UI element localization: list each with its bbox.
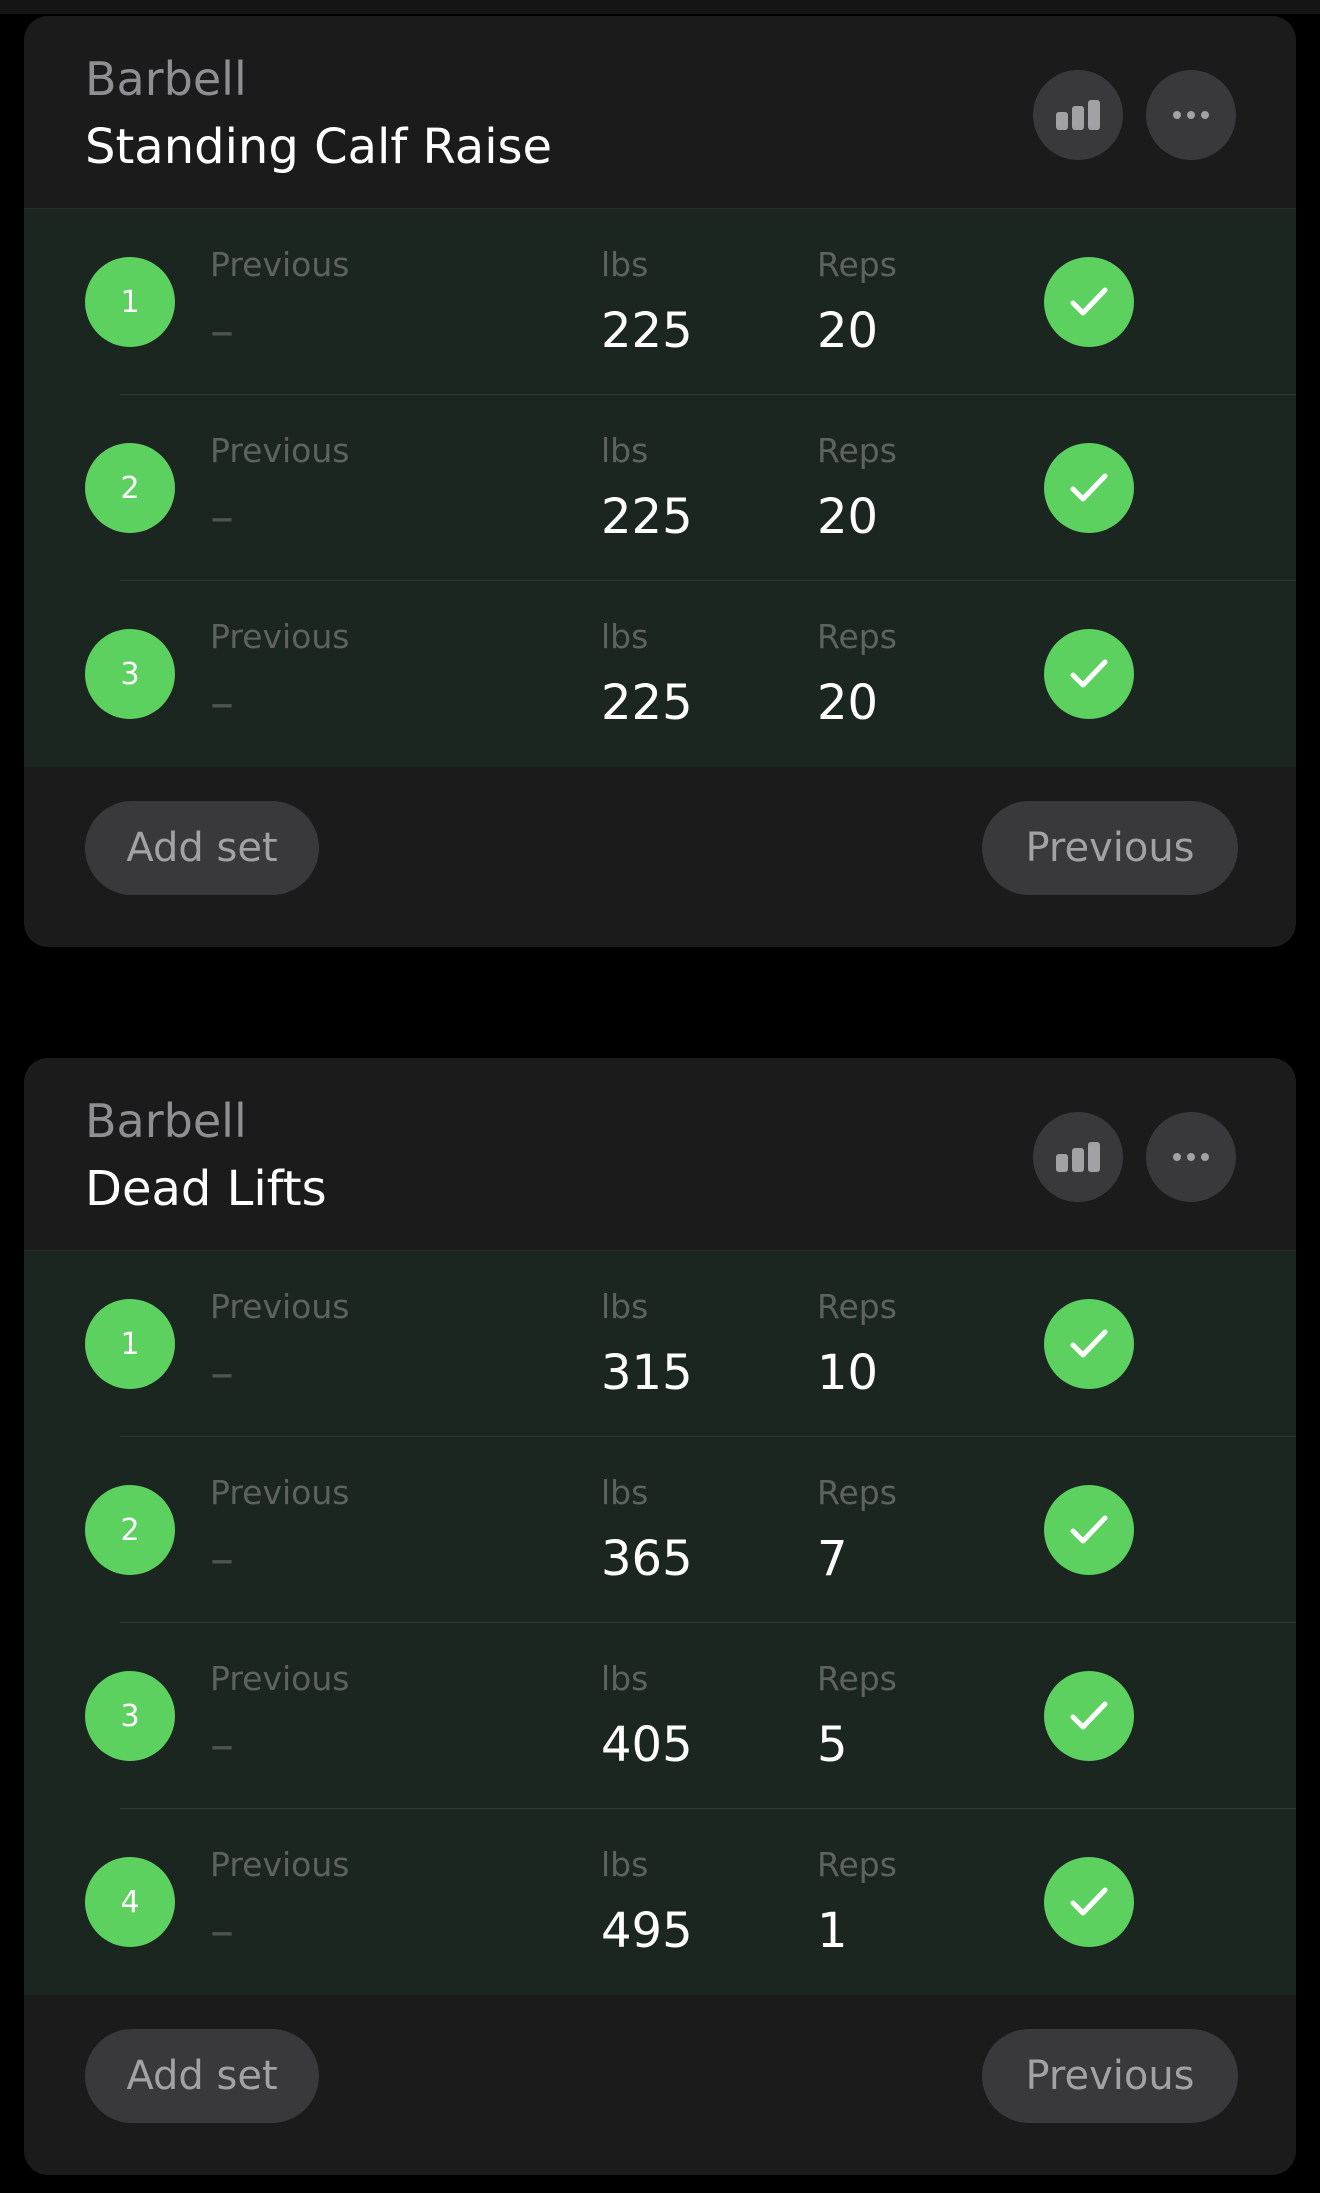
weight-unit-label: lbs — [601, 1659, 649, 1698]
weight-field[interactable]: 495 — [601, 1903, 693, 1961]
complete-set-button[interactable] — [1044, 1671, 1134, 1761]
exercise-footer: Add set Previous — [24, 767, 1296, 947]
exercise-header: Barbell Dead Lifts — [24, 1058, 1296, 1250]
add-set-button[interactable]: Add set — [85, 801, 319, 895]
previous-value[interactable]: – — [210, 675, 234, 733]
exercise-title[interactable]: Dead Lifts — [85, 1161, 327, 1219]
equipment-label: Barbell — [85, 52, 247, 106]
reps-field[interactable]: 1 — [817, 1903, 848, 1961]
reps-label: Reps — [817, 245, 897, 284]
weight-field[interactable]: 405 — [601, 1717, 693, 1775]
previous-value[interactable]: – — [210, 489, 234, 547]
exercise-footer: Add set Previous — [24, 1995, 1296, 2175]
set-row: 4 Previous – lbs 495 Reps 1 — [24, 1809, 1296, 1995]
weight-field[interactable]: 315 — [601, 1345, 693, 1403]
equipment-label: Barbell — [85, 1094, 247, 1148]
checkmark-icon — [1070, 1515, 1108, 1544]
checkmark-icon — [1070, 1887, 1108, 1916]
set-row: 3 Previous – lbs 405 Reps 5 — [24, 1623, 1296, 1809]
previous-label: Previous — [210, 1473, 350, 1512]
previous-label: Previous — [210, 245, 350, 284]
weight-unit-label: lbs — [601, 431, 649, 470]
exercise-header: Barbell Standing Calf Raise — [24, 16, 1296, 208]
set-row: 2 Previous – lbs 365 Reps 7 — [24, 1437, 1296, 1623]
stats-button[interactable] — [1033, 70, 1123, 160]
reps-field[interactable]: 10 — [817, 1345, 878, 1403]
weight-field[interactable]: 365 — [601, 1531, 693, 1589]
previous-value[interactable]: – — [210, 303, 234, 361]
previous-button[interactable]: Previous — [982, 2029, 1238, 2123]
checkmark-icon — [1070, 1329, 1108, 1358]
previous-label: Previous — [210, 1845, 350, 1884]
previous-label: Previous — [210, 431, 350, 470]
reps-label: Reps — [817, 1845, 897, 1884]
weight-unit-label: lbs — [601, 1287, 649, 1326]
reps-label: Reps — [817, 1659, 897, 1698]
set-number-badge[interactable]: 3 — [85, 629, 175, 719]
reps-field[interactable]: 20 — [817, 489, 878, 547]
previous-value[interactable]: – — [210, 1531, 234, 1589]
weight-field[interactable]: 225 — [601, 675, 693, 733]
bar-chart-icon — [1056, 100, 1100, 130]
set-row: 3 Previous – lbs 225 Reps 20 — [24, 581, 1296, 767]
reps-field[interactable]: 20 — [817, 675, 878, 733]
ellipsis-icon — [1173, 1153, 1209, 1161]
exercise-title[interactable]: Standing Calf Raise — [85, 119, 552, 177]
checkmark-icon — [1070, 1701, 1108, 1730]
previous-label: Previous — [210, 1659, 350, 1698]
weight-unit-label: lbs — [601, 245, 649, 284]
set-number-badge[interactable]: 1 — [85, 1299, 175, 1389]
more-options-button[interactable] — [1146, 1112, 1236, 1202]
complete-set-button[interactable] — [1044, 1299, 1134, 1389]
reps-label: Reps — [817, 431, 897, 470]
checkmark-icon — [1070, 473, 1108, 502]
weight-field[interactable]: 225 — [601, 303, 693, 361]
checkmark-icon — [1070, 287, 1108, 316]
set-number-badge[interactable]: 3 — [85, 1671, 175, 1761]
reps-label: Reps — [817, 1473, 897, 1512]
complete-set-button[interactable] — [1044, 1857, 1134, 1947]
complete-set-button[interactable] — [1044, 1485, 1134, 1575]
reps-label: Reps — [817, 617, 897, 656]
reps-label: Reps — [817, 1287, 897, 1326]
reps-field[interactable]: 7 — [817, 1531, 848, 1589]
previous-label: Previous — [210, 617, 350, 656]
reps-field[interactable]: 5 — [817, 1717, 848, 1775]
set-row: 1 Previous – lbs 315 Reps 10 — [24, 1251, 1296, 1437]
complete-set-button[interactable] — [1044, 443, 1134, 533]
set-number-badge[interactable]: 4 — [85, 1857, 175, 1947]
bar-chart-icon — [1056, 1142, 1100, 1172]
weight-unit-label: lbs — [601, 1473, 649, 1512]
previous-label: Previous — [210, 1287, 350, 1326]
sets-list: 1 Previous – lbs 225 Reps 20 2 Previous … — [24, 208, 1296, 767]
set-row: 2 Previous – lbs 225 Reps 20 — [24, 395, 1296, 581]
complete-set-button[interactable] — [1044, 257, 1134, 347]
add-set-button[interactable]: Add set — [85, 2029, 319, 2123]
set-number-badge[interactable]: 2 — [85, 1485, 175, 1575]
set-row: 1 Previous – lbs 225 Reps 20 — [24, 209, 1296, 395]
exercise-card-dead-lifts: Barbell Dead Lifts 1 Previous – lbs 315 … — [24, 1058, 1296, 2175]
set-number-badge[interactable]: 1 — [85, 257, 175, 347]
weight-field[interactable]: 225 — [601, 489, 693, 547]
complete-set-button[interactable] — [1044, 629, 1134, 719]
stats-button[interactable] — [1033, 1112, 1123, 1202]
set-number-badge[interactable]: 2 — [85, 443, 175, 533]
sets-list: 1 Previous – lbs 315 Reps 10 2 Previous … — [24, 1250, 1296, 1995]
weight-unit-label: lbs — [601, 1845, 649, 1884]
previous-value[interactable]: – — [210, 1903, 234, 1961]
previous-value[interactable]: – — [210, 1345, 234, 1403]
checkmark-icon — [1070, 659, 1108, 688]
previous-value[interactable]: – — [210, 1717, 234, 1775]
weight-unit-label: lbs — [601, 617, 649, 656]
exercise-card-standing-calf-raise: Barbell Standing Calf Raise 1 Previous –… — [24, 16, 1296, 947]
previous-button[interactable]: Previous — [982, 801, 1238, 895]
ellipsis-icon — [1173, 111, 1209, 119]
top-edge-bar — [0, 0, 1320, 14]
reps-field[interactable]: 20 — [817, 303, 878, 361]
more-options-button[interactable] — [1146, 70, 1236, 160]
